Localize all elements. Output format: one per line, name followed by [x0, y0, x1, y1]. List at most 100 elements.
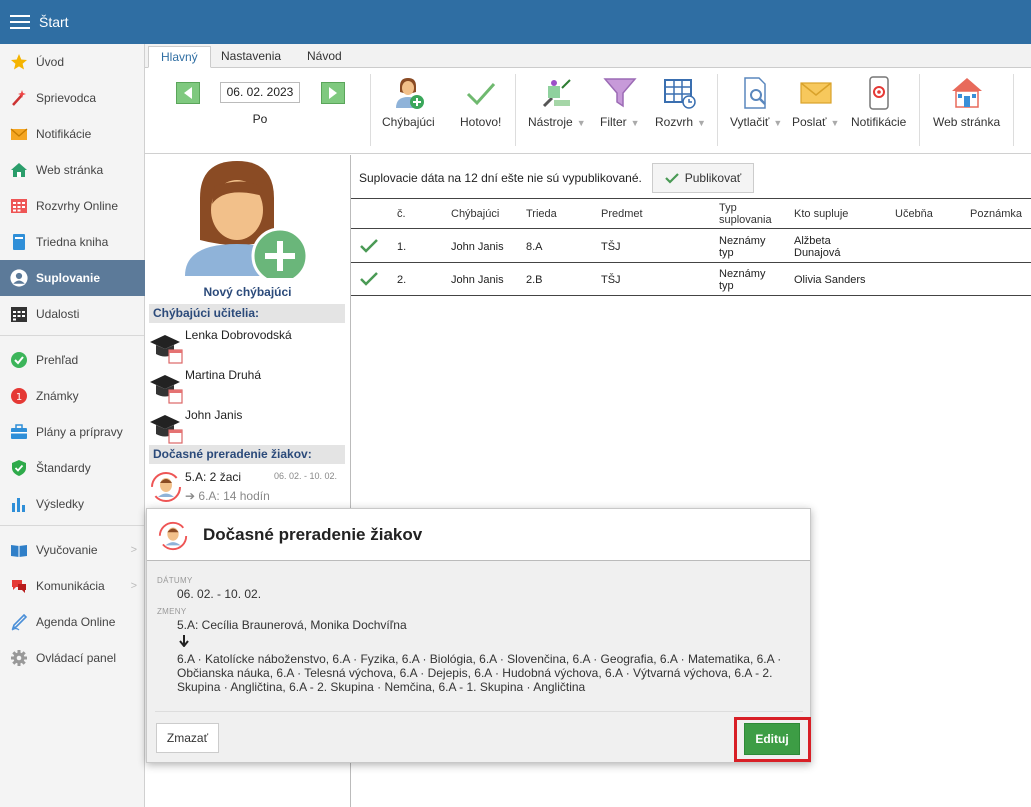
new-absent-button[interactable] — [185, 158, 310, 285]
sidebar-item-label: Štandardy — [36, 461, 91, 475]
checkmark-icon — [464, 76, 498, 110]
sidebar-item-standardy[interactable]: Štandardy — [0, 450, 145, 486]
app-title[interactable]: Štart — [39, 14, 69, 30]
envelope-icon — [799, 76, 833, 110]
send-button[interactable]: Poslať ▼ — [792, 76, 839, 129]
column-header[interactable]: Typ suplovania — [719, 202, 779, 226]
next-day-button[interactable] — [321, 82, 345, 104]
checkmark-icon — [664, 173, 679, 184]
gear-icon — [10, 649, 28, 667]
substitution-table: č. Chýbajúci Trieda Predmet Typ suplovan… — [351, 198, 1031, 296]
row-class: 8.A — [526, 241, 543, 253]
sidebar-item-label: Výsledky — [36, 497, 85, 511]
changes-label: ZMENY — [157, 607, 187, 616]
table-header-row: č. Chýbajúci Trieda Predmet Typ suplovan… — [351, 199, 1031, 229]
sidebar-item-prehlad[interactable]: Prehľad — [0, 342, 145, 378]
chevron-down-icon: ▼ — [630, 118, 640, 128]
toolbar: 06. 02. 2023 Po Chýbajúci Hotovo! Nástro… — [145, 68, 1031, 154]
notifications-button[interactable]: Notifikácie — [851, 76, 906, 129]
web-page-button[interactable]: Web stránka — [933, 76, 1000, 129]
sidebar-divider — [0, 525, 144, 526]
absent-teacher-item[interactable]: John Janis — [149, 408, 345, 446]
delete-button[interactable]: Zmazať — [156, 723, 219, 753]
sidebar-item-rozvrhy-online[interactable]: Rozvrhy Online — [0, 188, 145, 224]
sidebar-item-plany-a-pripravy[interactable]: Plány a prípravy — [0, 414, 145, 450]
tools-button[interactable]: Nástroje ▼ — [528, 76, 586, 129]
sidebar-item-label: Suplovanie — [36, 271, 101, 285]
date-field[interactable]: 06. 02. 2023 — [220, 82, 300, 103]
teacher-name: Lenka Dobrovodská — [185, 328, 292, 342]
changes-from: 5.A: Cecília Braunerová, Monika Dochvíľn… — [177, 618, 407, 632]
chevron-right-icon: > — [130, 544, 137, 556]
sidebar-item-komunikacia[interactable]: Komunikácia > — [0, 568, 145, 604]
column-header[interactable]: č. — [397, 208, 406, 220]
hamburger-menu-icon[interactable] — [10, 15, 30, 29]
publish-button[interactable]: Publikovať — [652, 163, 754, 193]
graduation-cap-icon — [150, 375, 183, 404]
tab-nastavenia[interactable]: Nastavenia — [209, 46, 293, 68]
column-header[interactable]: Poznámka — [970, 208, 1022, 220]
filter-button[interactable]: Filter ▼ — [600, 76, 640, 129]
toolbar-divider — [515, 74, 516, 146]
sidebar-item-triedna-kniha[interactable]: Triedna kniha — [0, 224, 145, 260]
sidebar-item-vysledky[interactable]: Výsledky — [0, 486, 145, 522]
teacher-name: John Janis — [185, 408, 243, 422]
column-header[interactable]: Chýbajúci — [451, 208, 499, 220]
tab-navod[interactable]: Návod — [295, 46, 354, 68]
chevron-down-icon: ▼ — [576, 118, 586, 128]
table-row[interactable]: 2. John Janis 2.B TŠJ Neznámy typ Olivia… — [351, 263, 1031, 296]
sidebar-item-web-stranka[interactable]: Web stránka — [0, 152, 145, 188]
column-header[interactable]: Učebňa — [895, 208, 933, 220]
column-header[interactable]: Kto supluje — [794, 208, 848, 220]
row-type: Neznámy typ — [719, 268, 766, 292]
sidebar-item-label: Komunikácia — [36, 579, 105, 593]
done-button[interactable]: Hotovo! — [460, 76, 501, 129]
sidebar-item-znamky[interactable]: 1 Známky — [0, 378, 145, 414]
day-name: Po — [252, 112, 268, 126]
chevron-down-icon: ▼ — [697, 118, 706, 128]
schedule-label: Rozvrh ▼ — [655, 115, 706, 129]
tab-bar: Hlavný Nastavenia Návod — [145, 44, 1031, 68]
publish-message: Suplovacie dáta na 12 dní ešte nie sú vy… — [359, 171, 642, 185]
checkmark-icon — [360, 272, 378, 286]
tab-hlavny[interactable]: Hlavný — [148, 46, 211, 68]
temp-reassign-item[interactable]: 5.A: 2 žaci 06. 02. - 10. 02. ➔ 6.A: 14 … — [149, 468, 345, 508]
sidebar-item-suplovanie[interactable]: Suplovanie — [0, 260, 145, 296]
magic-wand-icon — [10, 89, 28, 107]
sidebar-item-sprievodca[interactable]: Sprievodca — [0, 80, 145, 116]
row-type: Neznámy typ — [719, 235, 766, 259]
absent-teacher-item[interactable]: Lenka Dobrovodská — [149, 328, 345, 366]
table-row[interactable]: 1. John Janis 8.A TŠJ Neznámy typ Alžbet… — [351, 230, 1031, 263]
sidebar-item-label: Ovládací panel — [36, 651, 117, 665]
sidebar-item-vyucovanie[interactable]: Vyučovanie > — [0, 532, 145, 568]
prev-day-button[interactable] — [176, 82, 200, 104]
sidebar-item-udalosti[interactable]: Udalosti — [0, 296, 145, 332]
web-page-label: Web stránka — [933, 115, 1001, 129]
absent-button[interactable]: Chýbajúci — [382, 76, 435, 129]
row-number: 1. — [397, 241, 407, 253]
sidebar-item-label: Rozvrhy Online — [36, 199, 119, 213]
briefcase-icon — [10, 423, 28, 441]
temp-reassign-heading: Dočasné preradenie žiakov: — [149, 445, 345, 464]
schedule-button[interactable]: Rozvrh ▼ — [655, 76, 706, 129]
calendar-grid-icon — [10, 197, 28, 215]
sidebar-item-notifikacie[interactable]: Notifikácie — [0, 116, 145, 152]
print-preview-icon — [739, 76, 773, 110]
add-person-icon — [185, 161, 309, 285]
sidebar-item-uvod[interactable]: Úvod — [0, 44, 145, 80]
sidebar-item-agenda-online[interactable]: Agenda Online — [0, 604, 145, 640]
absent-teacher-item[interactable]: Martina Druhá — [149, 368, 345, 406]
row-absent: John Janis — [451, 274, 504, 286]
student-transfer-icon — [158, 521, 188, 551]
print-button[interactable]: Vytlačiť ▼ — [730, 76, 782, 129]
check-circle-icon — [10, 351, 28, 369]
sidebar-divider — [0, 335, 144, 336]
dates-label: DÁTUMY — [157, 576, 193, 585]
teacher-name: Martina Druhá — [185, 368, 262, 382]
column-header[interactable]: Predmet — [601, 208, 643, 220]
edit-button[interactable]: Edituj — [744, 723, 800, 755]
sidebar-item-ovladaci-panel[interactable]: Ovládací panel — [0, 640, 145, 676]
column-header[interactable]: Trieda — [526, 208, 557, 220]
temp-reassign-dates: 06. 02. - 10. 02. — [274, 471, 338, 481]
graduation-cap-icon — [150, 415, 183, 444]
